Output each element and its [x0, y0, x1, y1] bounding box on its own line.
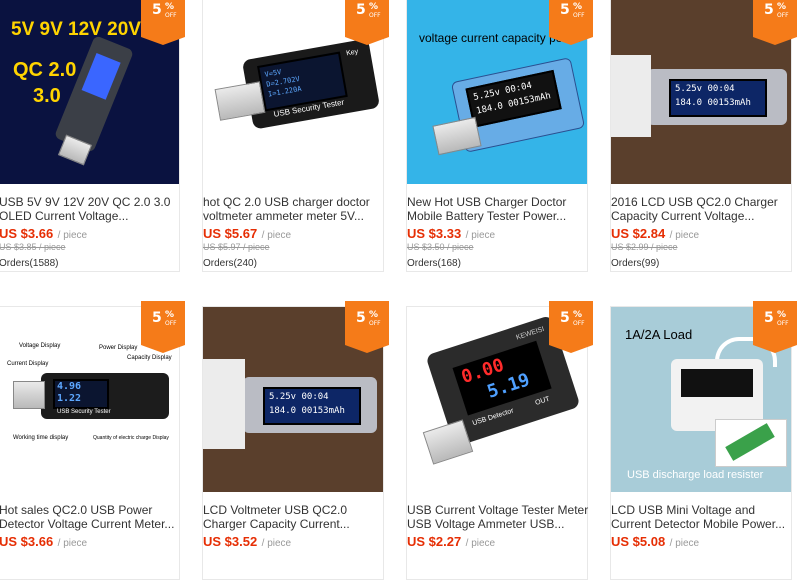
- usb-tester-graphic: 5.25v 00:04 184.0 00153mAh: [647, 69, 787, 125]
- price: US $3.52: [203, 534, 258, 549]
- price: US $3.66: [0, 226, 54, 241]
- image-caption: 5V 9V 12V 20V: [11, 19, 141, 40]
- product-title[interactable]: New Hot USB Charger Doctor Mobile Battery…: [407, 195, 597, 223]
- image-caption: 1A/2A Load: [625, 327, 693, 342]
- product-card[interactable]: V=5V D=2.702V I=1.220A Key USB Security …: [202, 0, 389, 272]
- usb-tester-graphic: 5.25v 00:04 184.0 00153mAh: [243, 377, 377, 433]
- price-unit: / piece: [465, 538, 496, 549]
- product-title[interactable]: LCD Voltmeter USB QC2.0 Charger Capacity …: [203, 503, 393, 531]
- discount-badge: 5% OFF: [549, 301, 593, 353]
- price: US $5.67: [203, 226, 258, 241]
- product-card[interactable]: voltage current capacity power 5.25v 00:…: [406, 0, 593, 272]
- orders-count: Orders(240): [203, 258, 257, 269]
- product-title[interactable]: hot QC 2.0 USB charger doctor voltmeter a…: [203, 195, 393, 223]
- orders-count: Orders(99): [611, 258, 660, 269]
- product-card[interactable]: 5.25v 00:04 184.0 00153mAh 5% OFF 2016 LC…: [610, 0, 797, 272]
- image-caption: QC 2.0: [13, 59, 77, 81]
- orders-count: Orders(168): [407, 258, 461, 269]
- usb-plug-graphic: [13, 381, 45, 409]
- usb-tester-graphic: V=5V D=2.702V I=1.220A Key USB Security …: [241, 38, 381, 130]
- original-price: US $3.85 / piece: [0, 242, 66, 252]
- usb-port-graphic: [203, 359, 245, 449]
- price: US $5.08: [611, 534, 666, 549]
- product-title[interactable]: Hot sales QC2.0 USB Power Detector Voltag…: [0, 503, 189, 531]
- price-row: US $2.84 / piece: [611, 225, 699, 243]
- discount-badge: 5% OFF: [345, 0, 389, 45]
- product-title[interactable]: 2016 LCD USB QC2.0 Charger Capacity Curre…: [611, 195, 800, 223]
- product-card[interactable]: 1A/2A Load USB discharge load resister 5…: [610, 301, 797, 580]
- product-card[interactable]: KEWEISI 0.00 5.19 USB Detector OUT 5% OFF…: [406, 301, 593, 580]
- product-card[interactable]: Voltage Display Power Display Current Di…: [0, 301, 185, 580]
- price-unit: / piece: [261, 538, 292, 549]
- price: US $3.33: [407, 226, 462, 241]
- orders-count: Orders(1588): [0, 258, 59, 269]
- price-row: US $5.08 / piece: [611, 533, 699, 551]
- price-unit: / piece: [57, 538, 88, 549]
- product-card[interactable]: 5V 9V 12V 20V QC 2.0 3.0 5% OFF USB 5V 9V…: [0, 0, 185, 272]
- product-title[interactable]: USB Current Voltage Tester Meter USB Volt…: [407, 503, 597, 531]
- discount-badge: 5% OFF: [141, 0, 185, 45]
- product-card[interactable]: 5.25v 00:04 184.0 00153mAh 5% OFF LCD Vol…: [202, 301, 389, 580]
- product-title[interactable]: LCD USB Mini Voltage and Current Detector…: [611, 503, 800, 531]
- original-price: US $2.99 / piece: [611, 242, 678, 252]
- discount-badge: 5% OFF: [549, 0, 593, 45]
- image-caption: 3.0: [33, 85, 61, 107]
- usb-tester-graphic: 4.96 1.22 USB Security Tester: [41, 373, 169, 419]
- original-price: US $5.97 / piece: [203, 242, 270, 252]
- price-row: US $3.66 / piece: [0, 533, 87, 551]
- price: US $2.27: [407, 534, 462, 549]
- price-unit: / piece: [465, 230, 496, 241]
- price-row: US $2.27 / piece: [407, 533, 495, 551]
- image-caption: USB discharge load resister: [627, 469, 764, 481]
- price-unit: / piece: [57, 230, 88, 241]
- price: US $2.84: [611, 226, 666, 241]
- price-row: US $3.33 / piece: [407, 225, 495, 243]
- price-row: US $3.66 / piece: [0, 225, 87, 243]
- product-title[interactable]: USB 5V 9V 12V 20V QC 2.0 3.0 OLED Current…: [0, 195, 189, 223]
- discount-badge: 5% OFF: [753, 0, 797, 45]
- original-price: US $3.50 / piece: [407, 242, 474, 252]
- discount-badge: 5% OFF: [141, 301, 185, 353]
- price: US $3.66: [0, 534, 54, 549]
- price-unit: / piece: [261, 230, 292, 241]
- price-unit: / piece: [669, 538, 700, 549]
- usb-port-graphic: [611, 55, 651, 137]
- price-unit: / piece: [669, 230, 700, 241]
- price-row: US $3.52 / piece: [203, 533, 291, 551]
- price-row: US $5.67 / piece: [203, 225, 291, 243]
- discount-badge: 5% OFF: [345, 301, 389, 353]
- discount-badge: 5% OFF: [753, 301, 797, 353]
- load-resistor-graphic: [715, 419, 787, 467]
